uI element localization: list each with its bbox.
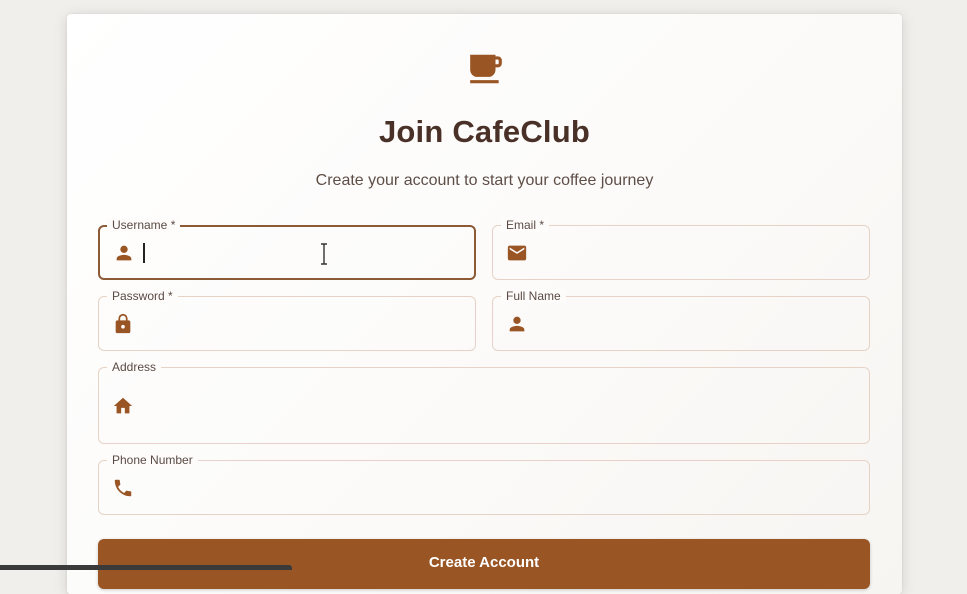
full-name-input[interactable] xyxy=(535,297,857,350)
password-input[interactable] xyxy=(141,297,463,350)
username-field[interactable]: Username * xyxy=(98,218,476,280)
phone-icon xyxy=(114,479,132,497)
address-field[interactable]: Address xyxy=(98,360,870,444)
mail-icon xyxy=(507,245,527,261)
address-input[interactable] xyxy=(141,368,857,443)
page-subtitle: Create your account to start your coffee… xyxy=(315,172,654,189)
full-name-field[interactable]: Full Name xyxy=(492,289,870,351)
email-input[interactable] xyxy=(535,226,857,279)
signup-card: Join CafeClub Create your account to sta… xyxy=(67,14,902,594)
phone-field[interactable]: Phone Number xyxy=(98,453,870,515)
person-icon xyxy=(116,245,132,261)
phone-input[interactable] xyxy=(141,461,857,514)
ibeam-cursor-icon xyxy=(321,243,327,265)
text-caret xyxy=(143,243,145,263)
lock-icon xyxy=(115,313,131,334)
username-input[interactable] xyxy=(142,227,462,278)
taskbar-strip xyxy=(0,565,292,570)
page-title: Join CafeClub xyxy=(378,114,590,149)
person-icon xyxy=(509,316,525,332)
email-field[interactable]: Email * xyxy=(492,218,870,280)
password-field[interactable]: Password * xyxy=(98,289,476,351)
coffee-cup-icon xyxy=(470,54,502,84)
create-account-button[interactable]: Create Account xyxy=(98,539,870,589)
home-icon xyxy=(113,397,133,414)
